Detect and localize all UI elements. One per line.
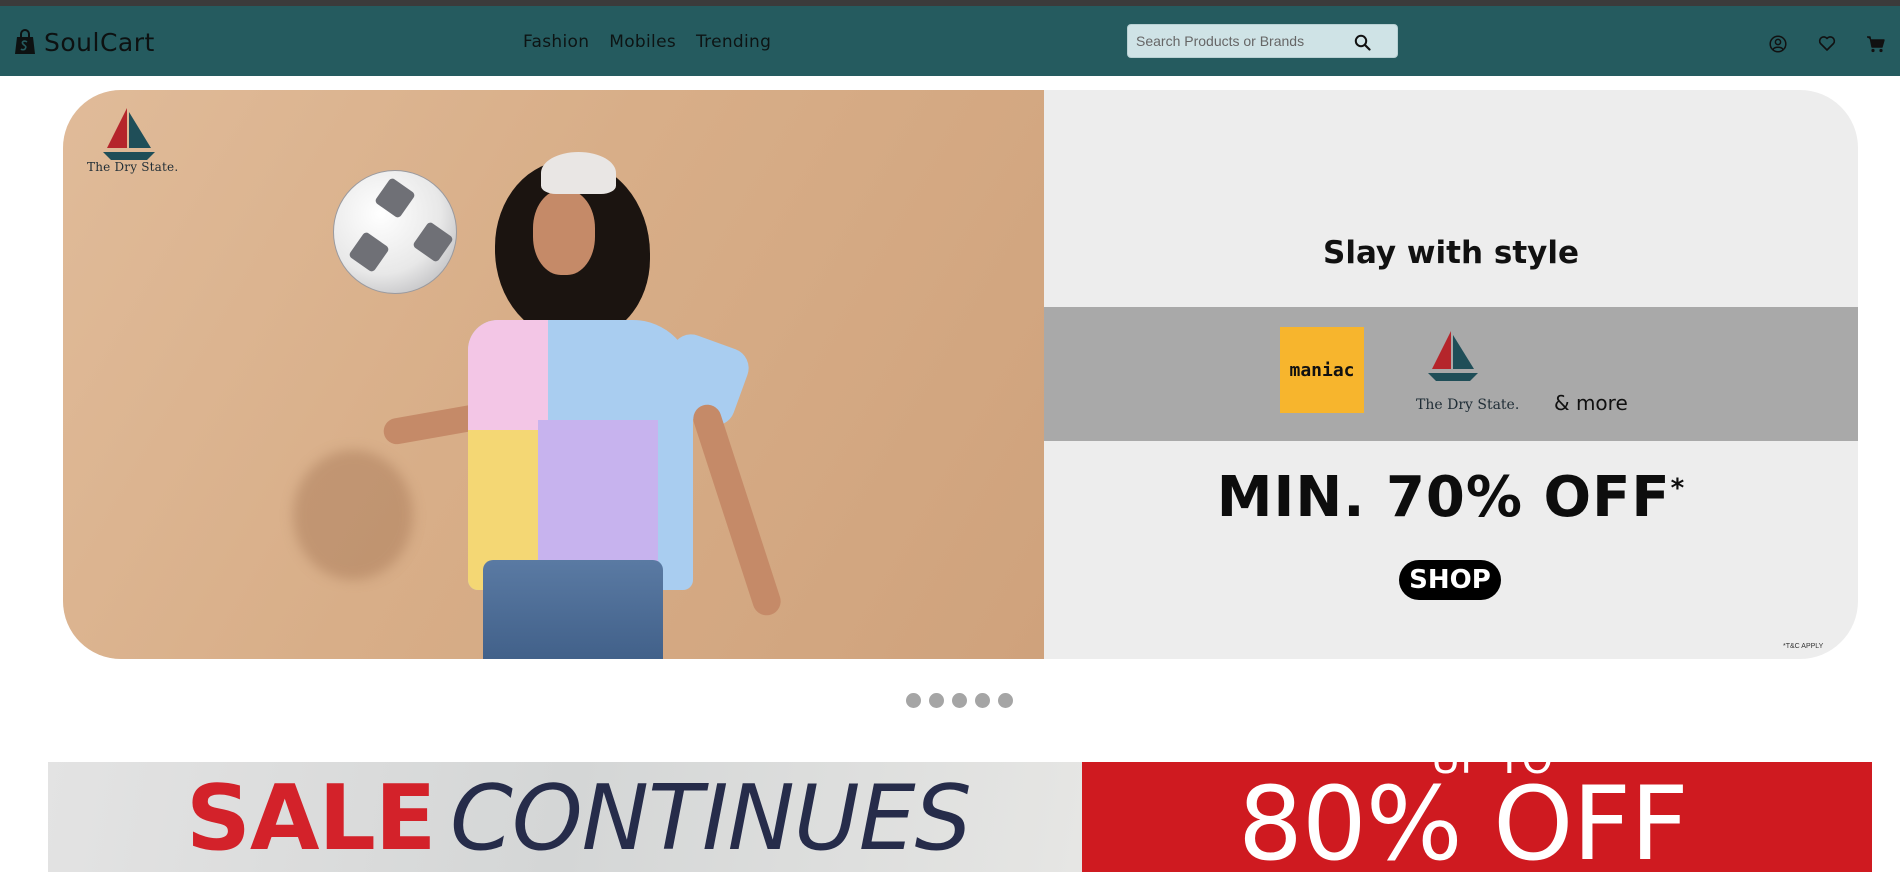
main-nav: Fashion Mobiles Trending	[523, 32, 771, 52]
sailboat-logo-icon	[1428, 331, 1478, 381]
cart-icon	[1867, 35, 1885, 52]
continues-word: CONTINUES	[450, 766, 972, 871]
carousel-dots	[906, 693, 1013, 708]
carousel-dot[interactable]	[952, 693, 967, 708]
account-button[interactable]	[1768, 34, 1787, 53]
header-actions	[1768, 34, 1885, 53]
maniac-brand-logo[interactable]: maniac	[1280, 327, 1364, 413]
carousel-dot[interactable]	[998, 693, 1013, 708]
wishlist-button[interactable]	[1817, 34, 1836, 53]
football-image	[333, 170, 457, 294]
top-navbar: SoulCart Fashion Mobiles Trending	[0, 6, 1900, 76]
shop-button[interactable]: SHOP	[1399, 560, 1501, 600]
model-cap	[541, 152, 616, 194]
terms-text: *T&C APPLY	[1783, 643, 1824, 650]
hero-photo: The Dry State.	[63, 90, 1044, 659]
carousel-dot[interactable]	[975, 693, 990, 708]
sale-banner[interactable]: SALE CONTINUES UP TO 80% OFF	[48, 762, 1872, 872]
brand-band: maniac The Dry State. & more	[1044, 307, 1858, 441]
and-more-text: & more	[1554, 391, 1628, 415]
nav-link-trending[interactable]: Trending	[696, 32, 771, 52]
cart-button[interactable]	[1866, 34, 1885, 53]
nav-link-fashion[interactable]: Fashion	[523, 32, 589, 52]
shopping-bag-icon	[15, 29, 35, 54]
hero-banner[interactable]: The Dry State. Slay with style maniac Th…	[63, 90, 1858, 659]
nav-link-mobiles[interactable]: Mobiles	[609, 32, 676, 52]
model-arm	[689, 401, 785, 619]
carousel-dot[interactable]	[929, 693, 944, 708]
maniac-logo-text: maniac	[1289, 359, 1355, 381]
discount-text: MIN. 70% OFF*	[1216, 465, 1686, 530]
sale-offer-text: 80% OFF	[1238, 765, 1689, 872]
model-face	[533, 190, 595, 275]
model-tshirt	[468, 320, 693, 590]
promo-title: Slay with style	[1323, 235, 1579, 271]
brand-name: SoulCart	[44, 27, 155, 57]
user-icon	[1768, 34, 1787, 53]
search-icon	[1354, 34, 1371, 51]
search-input[interactable]	[1136, 25, 1346, 57]
search-bar	[1127, 24, 1398, 58]
heart-icon	[1818, 36, 1835, 51]
carousel-dot[interactable]	[906, 693, 921, 708]
brand-logo[interactable]: SoulCart	[14, 26, 155, 58]
search-button[interactable]	[1350, 30, 1374, 54]
photo-shadow	[293, 450, 413, 580]
sale-word: SALE	[186, 766, 436, 871]
brand-logo-text: The Dry State.	[87, 160, 179, 174]
model-jeans	[483, 560, 663, 659]
dry-state-brand-text: The Dry State.	[1416, 397, 1520, 413]
